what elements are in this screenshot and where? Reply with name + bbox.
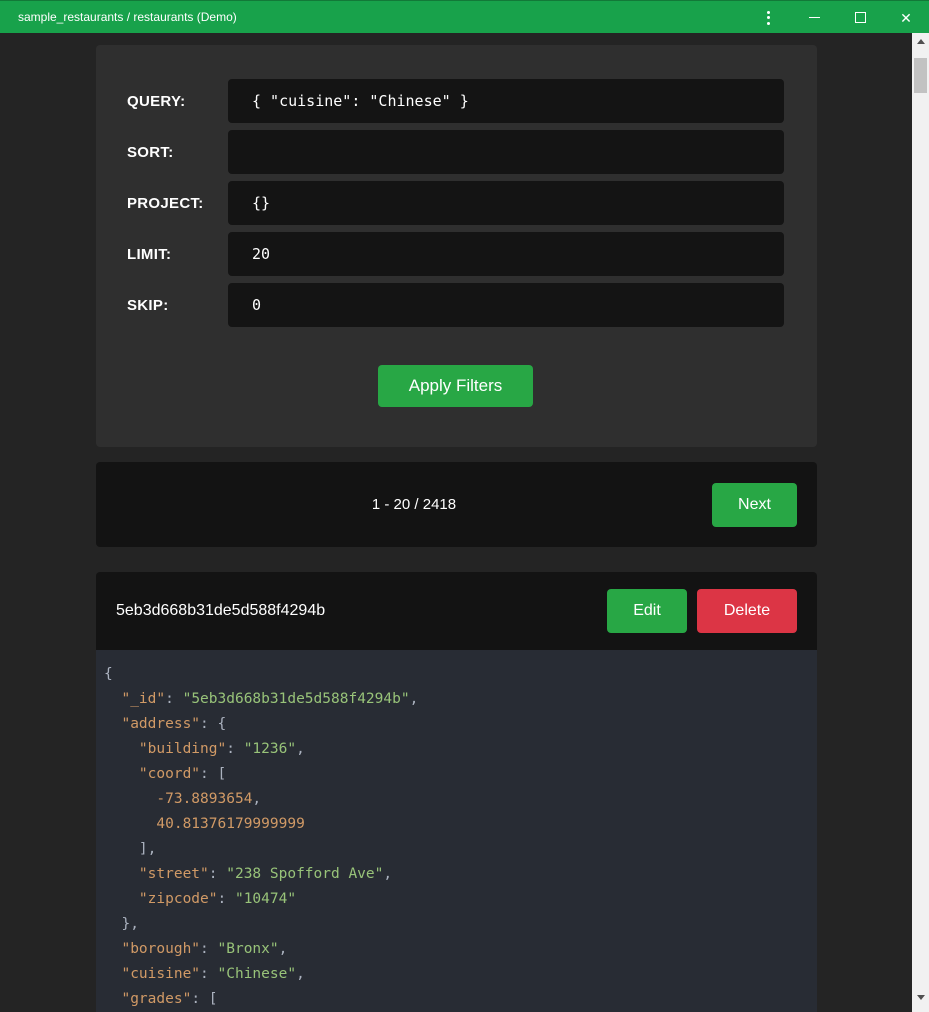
kebab-menu-icon [767,11,770,25]
apply-filters-button[interactable]: Apply Filters [378,365,533,407]
filter-row-query: QUERY: [127,79,784,123]
result-range: 1 - 20 / 2418 [116,496,712,513]
project-input[interactable] [228,181,784,225]
edit-button[interactable]: Edit [607,589,687,633]
project-label: PROJECT: [127,195,228,212]
filter-row-limit: LIMIT: [127,232,784,276]
pagination-bar: 1 - 20 / 2418 Next [96,462,817,547]
next-button[interactable]: Next [712,483,797,527]
skip-label: SKIP: [127,297,228,314]
minimize-icon [809,17,820,19]
window-title: sample_restaurants / restaurants (Demo) [18,10,745,24]
scroll-down-icon [917,995,925,1000]
document-actions: Edit Delete [607,589,797,633]
delete-button[interactable]: Delete [697,589,797,633]
scroll-up-icon [917,39,925,44]
sort-input[interactable] [228,130,784,174]
scroll-down-button[interactable] [912,989,929,1006]
window-controls: ✕ [745,1,929,33]
document-header: 5eb3d668b31de5d588f4294b Edit Delete [96,572,817,650]
minimize-button[interactable] [791,1,837,34]
skip-input[interactable] [228,283,784,327]
apply-row: Apply Filters [127,365,784,407]
limit-input[interactable] [228,232,784,276]
scrollbar[interactable] [912,33,929,1012]
close-button[interactable]: ✕ [883,1,929,34]
menu-button[interactable] [745,1,791,34]
titlebar: sample_restaurants / restaurants (Demo) … [0,0,929,33]
sort-label: SORT: [127,144,228,161]
query-label: QUERY: [127,93,228,110]
query-input[interactable] [228,79,784,123]
maximize-icon [855,12,866,23]
maximize-button[interactable] [837,1,883,34]
document-id: 5eb3d668b31de5d588f4294b [116,602,607,620]
filter-row-skip: SKIP: [127,283,784,327]
scrollbar-thumb[interactable] [914,58,927,93]
document-card: 5eb3d668b31de5d588f4294b Edit Delete { "… [96,572,817,1012]
filter-row-project: PROJECT: [127,181,784,225]
filter-row-sort: SORT: [127,130,784,174]
scroll-up-button[interactable] [912,33,929,50]
filters-card: QUERY: SORT: PROJECT: LIMIT: SKIP: Apply… [96,45,817,447]
limit-label: LIMIT: [127,246,228,263]
content-area: QUERY: SORT: PROJECT: LIMIT: SKIP: Apply… [0,33,929,1012]
close-icon: ✕ [900,11,912,25]
document-json: { "_id": "5eb3d668b31de5d588f4294b", "ad… [96,650,817,1012]
